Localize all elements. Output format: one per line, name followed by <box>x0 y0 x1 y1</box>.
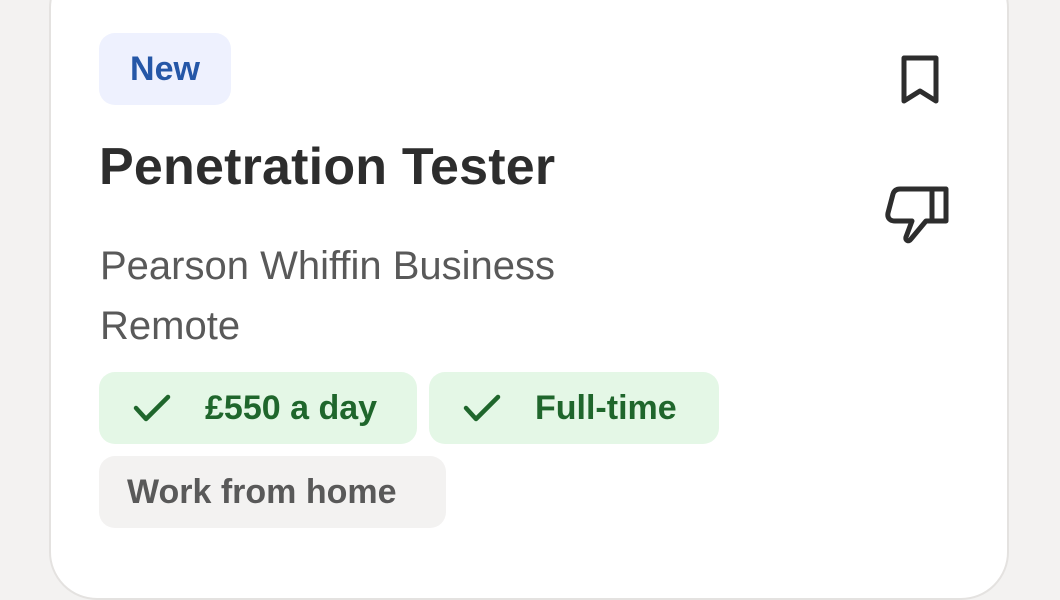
save-job-button[interactable] <box>890 48 950 112</box>
job-type-tag-label: Full-time <box>535 388 677 427</box>
new-badge: New <box>99 33 231 105</box>
not-interested-button[interactable] <box>880 180 956 248</box>
new-badge-label: New <box>130 49 200 88</box>
company-name: Pearson Whiffin Business <box>100 244 556 288</box>
check-icon <box>133 394 171 422</box>
thumbs-down-icon <box>885 186 949 244</box>
work-from-home-tag-label: Work from home <box>127 472 397 511</box>
job-type-tag: Full-time <box>429 372 719 444</box>
check-icon <box>463 394 501 422</box>
salary-tag: £550 a day <box>99 372 417 444</box>
bookmark-icon <box>901 55 939 104</box>
salary-tag-label: £550 a day <box>205 388 378 427</box>
job-location: Remote <box>100 304 241 348</box>
job-title[interactable]: Penetration Tester <box>99 136 555 198</box>
work-from-home-tag: Work from home <box>99 456 446 528</box>
